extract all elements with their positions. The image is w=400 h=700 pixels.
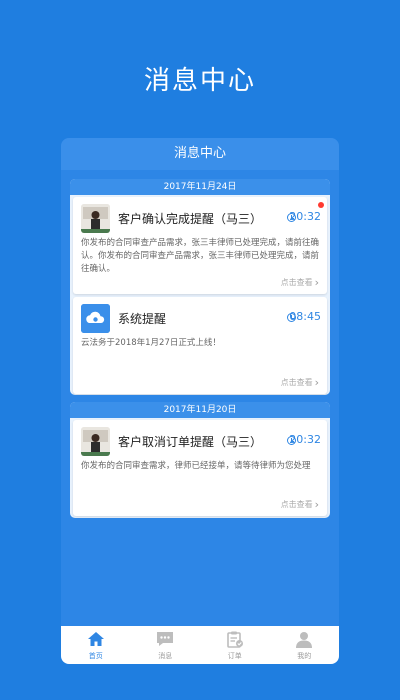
message-group: 2017年11月24日 客户确认完成提醒（马三） 20:32 你发布的合同审查产… — [70, 179, 330, 395]
chevron-right-icon: › — [314, 276, 319, 289]
tab-home[interactable]: 首页 — [61, 626, 131, 664]
tab-profile[interactable]: 我的 — [270, 626, 340, 664]
message-group: 2017年11月20日 客户取消订单提醒（马三） 20:32 你发布的合同审查需… — [70, 402, 330, 518]
profile-icon — [296, 632, 313, 648]
tab-label: 我的 — [297, 652, 312, 660]
tab-label: 消息 — [158, 652, 173, 660]
view-details-label: 点击查看 — [280, 500, 313, 509]
view-details-link[interactable]: 点击查看 › — [281, 376, 319, 389]
message-title: 系统提醒 — [118, 312, 167, 326]
tab-orders[interactable]: 订单 — [200, 626, 270, 664]
unread-dot — [318, 202, 324, 208]
tab-label: 订单 — [227, 652, 242, 660]
app-preview: 消息中心 2017年11月24日 客户确认完成提醒（马三） 20:32 你发布的… — [61, 138, 339, 664]
view-details-link[interactable]: 点击查看 › — [281, 276, 319, 289]
group-date: 2017年11月20日 — [70, 402, 330, 418]
tab-label: 首页 — [88, 652, 103, 660]
user-photo-icon — [81, 204, 110, 233]
message-icon — [157, 632, 174, 646]
page-title: 消息中心 — [143, 66, 256, 96]
home-icon — [87, 632, 104, 646]
message-card[interactable]: 客户取消订单提醒（马三） 20:32 你发布的合同审查需求，律师已经接单，请等待… — [73, 420, 327, 516]
tab-messages[interactable]: 消息 — [131, 626, 201, 664]
message-time: 20:32 — [289, 210, 321, 223]
bottom-tab-bar: 首页 消息 订单 我的 — [61, 626, 339, 664]
message-card[interactable]: 系统提醒 08:45 云法务于2018年1月27日正式上线！ 点击查看 › — [73, 297, 327, 394]
chevron-right-icon: › — [314, 498, 319, 511]
message-body: 云法务于2018年1月27日正式上线！ — [81, 338, 221, 348]
message-title: 客户确认完成提醒（马三） — [118, 212, 263, 226]
user-photo-icon — [81, 427, 110, 456]
order-icon — [226, 631, 243, 648]
message-body: 你发布的合同审查需求，律师已经接单，请等待律师为您处理 — [81, 461, 311, 471]
cloud-logo-icon — [81, 304, 110, 333]
message-time: 08:45 — [289, 310, 321, 323]
view-details-label: 点击查看 — [280, 278, 313, 287]
app-header-title: 消息中心 — [61, 138, 339, 170]
group-date: 2017年11月24日 — [70, 179, 330, 195]
message-time: 20:32 — [289, 433, 321, 446]
message-card[interactable]: 客户确认完成提醒（马三） 20:32 你发布的合同审查产品需求，张三丰律师已处理… — [73, 197, 327, 294]
view-details-link[interactable]: 点击查看 › — [281, 498, 319, 511]
chevron-right-icon: › — [314, 376, 319, 389]
message-body: 你发布的合同审查产品需求，张三丰律师已处理完成，请前往确认。你发布的合同审查产品… — [81, 238, 320, 274]
view-details-label: 点击查看 — [280, 378, 313, 387]
message-title: 客户取消订单提醒（马三） — [118, 435, 263, 449]
